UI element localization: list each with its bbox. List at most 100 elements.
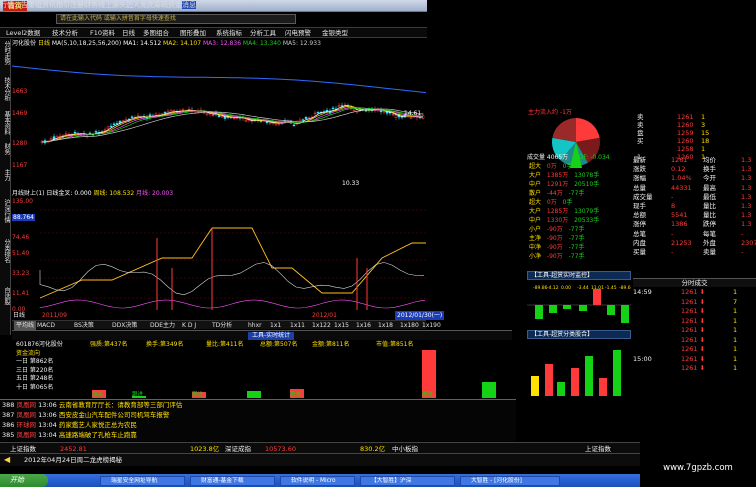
index-label-1[interactable]: 上证指数 (10, 444, 36, 454)
side-tab-2[interactable]: 基本资料 (1, 111, 10, 135)
fund-bar-value-3: -3.44 (577, 285, 589, 291)
menu-item-7[interactable]: 分析工具 (250, 29, 276, 37)
quote-key-2: 最高 (703, 183, 716, 192)
flow-row-7: 小户 -90万 -77手 (529, 226, 629, 234)
flow-row-9: 中净 -90万 -77手 (529, 244, 629, 252)
top-tab-7[interactable]: 财务 (84, 1, 98, 9)
menu-item-3[interactable]: 日线 (122, 29, 135, 37)
taskbar-task-1[interactable]: 财富通-基金下载 (190, 476, 275, 486)
side-tab-0[interactable]: 分时走势 (1, 41, 10, 65)
top-tab-3[interactable]: 重组 (28, 1, 42, 9)
side-tab-4[interactable]: 主力 (1, 169, 10, 181)
trade-row-5: 1261 ⬇ 1 (633, 336, 756, 345)
index-label-2[interactable]: 深证成指 (225, 444, 251, 454)
chart-tab-7[interactable]: hhxr (248, 321, 262, 330)
side-tab-3[interactable]: 财务 (1, 143, 10, 155)
ranking-header-1: 换手:第349名 (146, 341, 184, 348)
menu-item-8[interactable]: 闪电预警 (285, 29, 311, 37)
mid-header-title[interactable]: 工具-实时统计 (248, 332, 295, 340)
candle (106, 126, 110, 130)
chart-tab-5[interactable]: K D J (182, 321, 196, 330)
fund-bar-0 (535, 305, 543, 319)
trade-volume: 1 (733, 354, 738, 363)
taskbar-task-2[interactable]: 软件说明 - Micro (280, 476, 355, 486)
news-item-0[interactable]: 388 凤凰网 13:06 云南省教育厅厅长：请教育部等三部门评估 (2, 401, 182, 410)
chart-tab-9[interactable]: 1x11 (290, 321, 305, 330)
taskbar-task-4[interactable]: 大智胜 - [河化股份] (460, 476, 560, 486)
category-band[interactable]: 【工具-超赏分类股合】 (527, 330, 631, 339)
candle (313, 112, 317, 115)
news-item-3[interactable]: 385 凤凰网 13:04 高速路端破了孔枪车止跑靠 (2, 431, 137, 440)
monitor-band[interactable]: 【工具-超赏实时监控】 (527, 271, 631, 280)
flow-row-1: 大户 1385万 13078手 (529, 172, 629, 180)
pie-slice-4 (552, 118, 576, 142)
chart-tab-13[interactable]: 1x18 (378, 321, 393, 330)
top-tab-11[interactable]: 龙虎 (140, 1, 154, 9)
chart-tab-14[interactable]: 1x180 (400, 321, 419, 330)
side-tab-6[interactable]: 分类排名 (1, 239, 10, 263)
flow-key: 小净 (529, 253, 542, 260)
search-input[interactable]: 请在此输入代码 或输入拼音首字母快速查找 (56, 14, 296, 24)
quote-row-2: 涨幅 1.04% 今开 1.3 (633, 174, 756, 183)
quote-value-2: 1.3 (741, 156, 752, 164)
side-tab-5[interactable]: 沪深行情 (1, 199, 10, 223)
chart-tab-12[interactable]: 1x16 (356, 321, 371, 330)
menu-item-0[interactable]: Level2数据 (6, 29, 40, 37)
menu-item-4[interactable]: 多图组合 (143, 29, 169, 37)
top-tab-5[interactable]: 指引 (56, 1, 70, 9)
top-tab-12[interactable]: 筹码 (154, 1, 168, 9)
top-tab-10[interactable]: 迈入 (126, 1, 140, 9)
taskbar-task-3[interactable]: 【大智胜】沪深 (360, 476, 455, 486)
top-tab-2[interactable]: 公告 (14, 1, 28, 9)
category-bar-0 (531, 376, 539, 396)
quote-value: - (671, 229, 674, 238)
news-item-2[interactable]: 386 环球网 13:04 药家鑑艺人家悦正总为农民 (2, 421, 137, 430)
top-tab-6[interactable]: 注册 (70, 1, 84, 9)
news-text: 西安皮金山汽车配件公司司机驾车报警 (58, 411, 170, 419)
quote-row-10: 买量 - 卖量 - (633, 248, 756, 257)
chart-tab-3[interactable]: DDX决策 (112, 321, 137, 330)
ranking-bar-label-0: 强买 (92, 390, 104, 398)
top-tab-1[interactable]: 行情 (0, 1, 14, 9)
indicator-chart[interactable] (12, 198, 426, 316)
start-button[interactable]: 开始 (0, 474, 48, 487)
quote-key-2: 跌停 (703, 220, 716, 229)
top-tab-9[interactable]: 源头 (112, 1, 126, 9)
index-label-3[interactable]: 中小板指 (392, 444, 418, 454)
quote-key: 涨停 (633, 220, 646, 229)
chart-tab-2[interactable]: BS决策 (74, 321, 94, 330)
chart-tab-4[interactable]: DDE主力 (150, 321, 175, 330)
ranking-header-5: 市值:第851名 (376, 341, 414, 348)
menu-item-1[interactable]: 技术分析 (52, 29, 78, 37)
side-tab-7[interactable]: 自选股 (1, 287, 10, 305)
chart-tab-10[interactable]: 1x122 (312, 321, 331, 330)
menu-item-5[interactable]: 图形叠加 (180, 29, 206, 37)
menu-item-6[interactable]: 系统指标 (216, 29, 242, 37)
speaker-icon[interactable]: ◀ (4, 455, 10, 465)
chart-tab-6[interactable]: TD分析 (212, 321, 232, 330)
trade-price: 1261 ⬇ (681, 345, 706, 353)
top-tab-14[interactable]: 消息 (182, 1, 196, 9)
menu-item-2[interactable]: F10资料 (90, 29, 115, 37)
flow-table: 超大 0万 0手 大户 1385万 13078手 中户 1291万 20510手 散户… (527, 163, 631, 263)
chart-tab-1[interactable]: MACD (37, 321, 55, 330)
category-bar-5 (599, 378, 607, 396)
menu-item-9[interactable]: 金银类型 (322, 29, 348, 37)
top-tab-13[interactable]: 资金 (168, 1, 182, 9)
chart-tab-15[interactable]: 1x190 (422, 321, 441, 330)
top-tab-4[interactable]: 资讯 (42, 1, 56, 9)
sub-axis-label-5: 11.41 (12, 290, 30, 297)
watermark: www.7gpzb.com (663, 463, 733, 473)
index-label-4[interactable]: 上证指数 (585, 444, 611, 454)
chart-tab-11[interactable]: 1x15 (334, 321, 349, 330)
chart-tab-8[interactable]: 1x1 (270, 321, 281, 330)
side-tab-1[interactable]: 技术分析 (1, 77, 10, 101)
taskbar-task-0[interactable]: 瑞星安全网址导航 (100, 476, 185, 486)
flow-value: -90万 (545, 253, 563, 260)
news-item-1[interactable]: 387 凤凰网 13:06 西安皮金山汽车配件公司司机驾车报警 (2, 411, 169, 420)
chart-tab-0[interactable]: 平均线 (14, 321, 37, 330)
flow-row-5: 大户 1285万 13079手 (529, 208, 629, 216)
candlestick-chart[interactable] (12, 48, 426, 188)
news-id: 387 (2, 411, 17, 419)
top-tab-8[interactable]: 线上 (98, 1, 112, 9)
